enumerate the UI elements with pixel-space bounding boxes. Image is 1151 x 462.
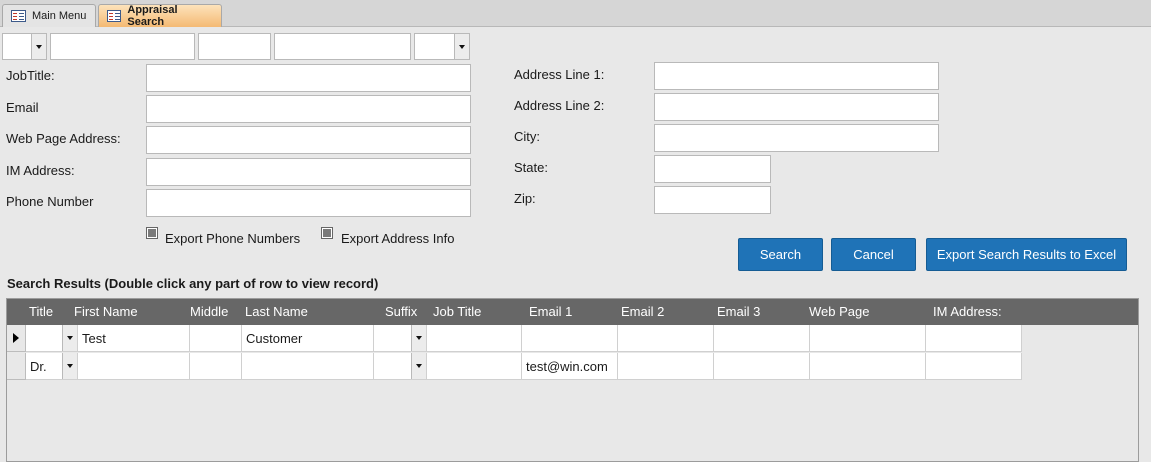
filter-field-3[interactable] xyxy=(274,33,411,60)
col-title[interactable]: Title xyxy=(29,299,53,325)
search-button[interactable]: Search xyxy=(738,238,823,271)
cell-title[interactable]: Dr. xyxy=(26,353,78,380)
chevron-down-icon[interactable] xyxy=(454,34,469,59)
cell-middle[interactable] xyxy=(190,353,242,380)
tab-label: Appraisal Search xyxy=(127,4,178,28)
cell-job-title[interactable] xyxy=(427,353,522,380)
record-selector[interactable] xyxy=(7,353,26,380)
table-row[interactable]: Test Customer xyxy=(7,325,1022,353)
cell-suffix[interactable] xyxy=(374,325,427,352)
export-address-label: Export Address Info xyxy=(341,231,455,246)
chevron-down-icon[interactable] xyxy=(411,353,426,379)
cell-first-name[interactable] xyxy=(78,353,190,380)
tab-appraisal-search[interactable]: Appraisal Search xyxy=(98,4,222,28)
grid-header: Title First Name Middle Last Name Suffix… xyxy=(7,299,1138,325)
cell-suffix[interactable] xyxy=(374,353,427,380)
export-phone-checkbox[interactable] xyxy=(146,227,158,239)
cell-email3[interactable] xyxy=(714,353,810,380)
cell-last-name[interactable]: Customer xyxy=(242,325,374,352)
col-email1[interactable]: Email 1 xyxy=(529,299,572,325)
export-phone-label: Export Phone Numbers xyxy=(165,231,301,246)
cell-email3[interactable] xyxy=(714,325,810,352)
col-email3[interactable]: Email 3 xyxy=(717,299,760,325)
chevron-down-icon[interactable] xyxy=(62,353,77,379)
address2-field[interactable] xyxy=(654,93,939,121)
col-job-title[interactable]: Job Title xyxy=(433,299,481,325)
state-label: State: xyxy=(514,160,548,175)
chevron-down-icon[interactable] xyxy=(31,34,46,59)
cell-title[interactable] xyxy=(26,325,78,352)
current-record-icon xyxy=(13,333,19,343)
chevron-down-icon[interactable] xyxy=(62,325,77,351)
cell-im-address[interactable] xyxy=(926,325,1022,352)
job-title-field[interactable] xyxy=(146,64,471,92)
tab-main-menu[interactable]: Main Menu xyxy=(2,4,96,27)
form-icon xyxy=(11,10,26,22)
filter-field-2[interactable] xyxy=(198,33,271,60)
city-label: City: xyxy=(514,129,540,144)
tab-label: Main Menu xyxy=(32,10,87,22)
cell-email1[interactable] xyxy=(522,325,618,352)
cancel-button[interactable]: Cancel xyxy=(831,238,916,271)
col-suffix[interactable]: Suffix xyxy=(385,299,417,325)
im-address-label: IM Address: xyxy=(6,163,75,178)
cell-email2[interactable] xyxy=(618,353,714,380)
address1-field[interactable] xyxy=(654,62,939,90)
im-address-field[interactable] xyxy=(146,158,471,186)
export-excel-button[interactable]: Export Search Results to Excel xyxy=(926,238,1127,271)
filter-field-1[interactable] xyxy=(50,33,195,60)
cell-email2[interactable] xyxy=(618,325,714,352)
filter-combo-2[interactable] xyxy=(414,33,470,60)
chevron-down-icon[interactable] xyxy=(411,325,426,351)
col-email2[interactable]: Email 2 xyxy=(621,299,664,325)
col-last-name[interactable]: Last Name xyxy=(245,299,308,325)
cell-web-page[interactable] xyxy=(810,353,926,380)
address1-label: Address Line 1: xyxy=(514,67,605,82)
table-row[interactable]: Dr. test@win.com xyxy=(7,353,1022,381)
col-middle[interactable]: Middle xyxy=(190,299,228,325)
filter-combo-1[interactable] xyxy=(2,33,47,60)
cell-job-title[interactable] xyxy=(427,325,522,352)
form-icon xyxy=(107,10,122,22)
job-title-label: JobTitle: xyxy=(6,68,55,83)
web-page-field[interactable] xyxy=(146,126,471,154)
zip-field[interactable] xyxy=(654,186,771,214)
email-label: Email xyxy=(6,100,39,115)
cell-last-name[interactable] xyxy=(242,353,374,380)
web-page-label: Web Page Address: xyxy=(6,131,121,146)
cell-email1[interactable]: test@win.com xyxy=(522,353,618,380)
state-field[interactable] xyxy=(654,155,771,183)
cell-middle[interactable] xyxy=(190,325,242,352)
record-selector[interactable] xyxy=(7,325,26,352)
cell-web-page[interactable] xyxy=(810,325,926,352)
export-address-checkbox[interactable] xyxy=(321,227,333,239)
cell-im-address[interactable] xyxy=(926,353,1022,380)
col-im-address[interactable]: IM Address: xyxy=(933,299,1002,325)
zip-label: Zip: xyxy=(514,191,536,206)
search-results-title: Search Results (Double click any part of… xyxy=(7,276,379,291)
address2-label: Address Line 2: xyxy=(514,98,605,113)
col-first-name[interactable]: First Name xyxy=(74,299,138,325)
city-field[interactable] xyxy=(654,124,939,152)
col-web-page[interactable]: Web Page xyxy=(809,299,869,325)
phone-label: Phone Number xyxy=(6,194,94,209)
results-grid: Title First Name Middle Last Name Suffix… xyxy=(6,298,1139,462)
email-field[interactable] xyxy=(146,95,471,123)
cell-first-name[interactable]: Test xyxy=(78,325,190,352)
phone-field[interactable] xyxy=(146,189,471,217)
